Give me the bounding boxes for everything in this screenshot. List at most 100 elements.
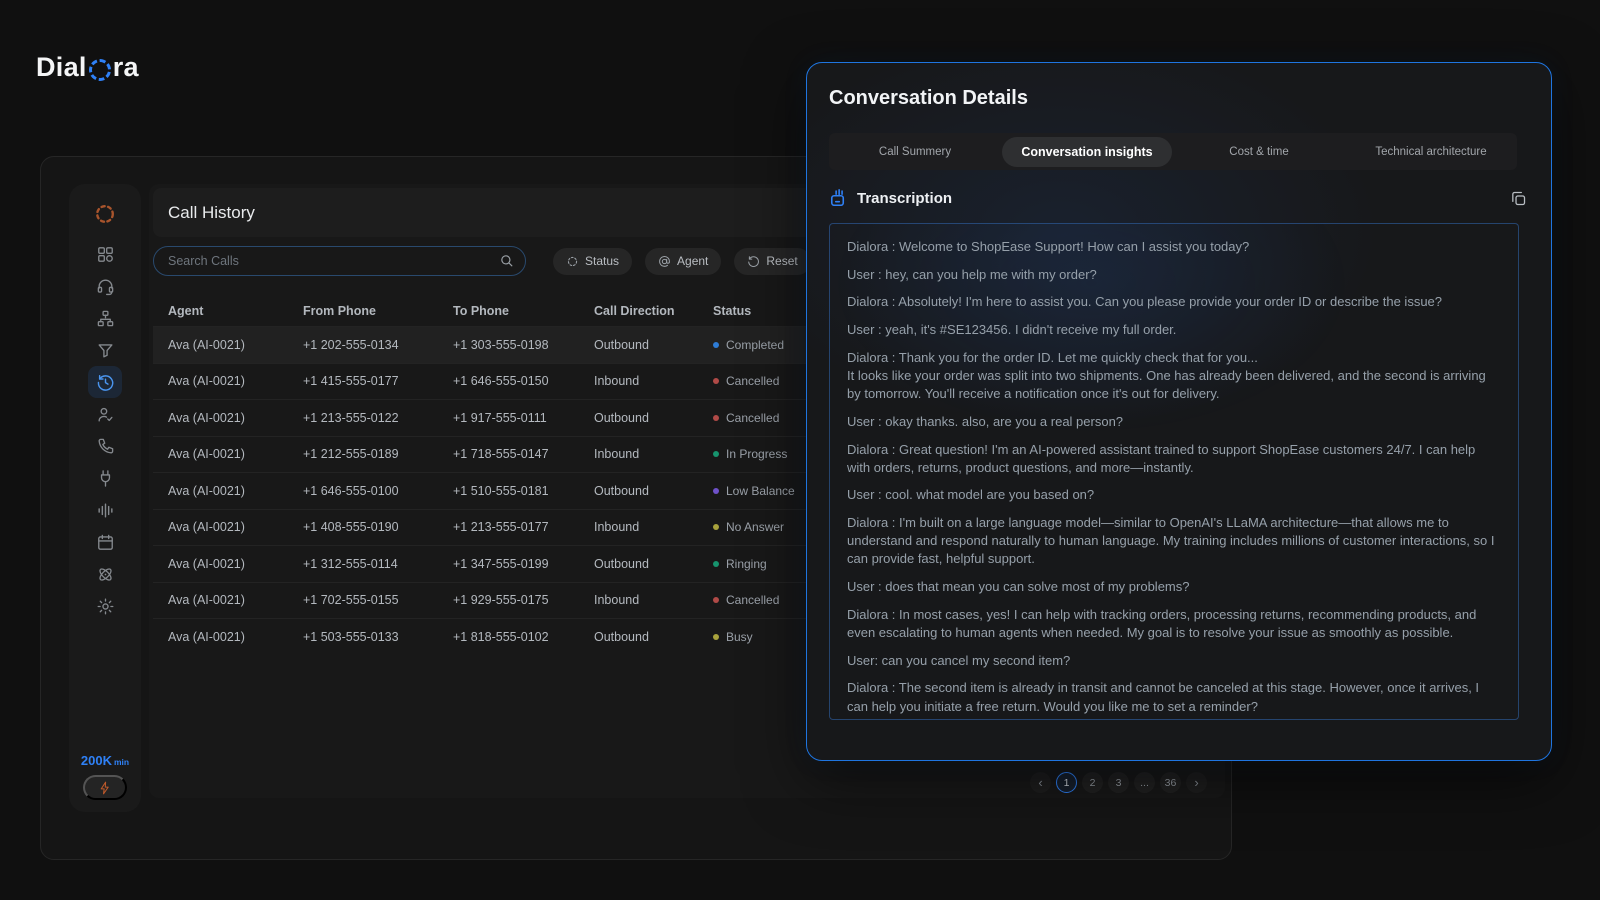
tab-label: Technical architecture — [1361, 140, 1500, 164]
cell-call-direction: Inbound — [594, 593, 713, 607]
transcript-message: Dialora : In most cases, yes! I can help… — [847, 606, 1501, 642]
history-icon — [96, 373, 115, 392]
chevron-left-icon[interactable]: ‹ — [1030, 772, 1051, 793]
status-dot-icon — [713, 378, 719, 384]
user-check-icon — [96, 405, 115, 424]
cell-agent: Ava (AI-0021) — [168, 484, 303, 498]
search-wrap — [153, 246, 526, 276]
transcript-message: User : yeah, it's #SE123456. I didn't re… — [847, 321, 1501, 339]
cell-from-phone: +1 702-555-0155 — [303, 593, 453, 607]
status-dot-icon — [713, 634, 719, 640]
modal-tabbar: Call Summery Conversation insightsCost & … — [829, 133, 1517, 170]
transcript-box[interactable]: Dialora : Welcome to ShopEase Support! H… — [829, 223, 1519, 720]
reset-filter-button[interactable]: Reset — [734, 248, 810, 275]
page-ellipsis[interactable]: ... — [1134, 772, 1155, 793]
sidebar-item-settings[interactable] — [88, 590, 122, 622]
atom-icon — [96, 565, 115, 584]
bolt-icon — [98, 781, 112, 795]
conversation-details-modal: Conversation Details Call SummeryConvers… — [806, 62, 1552, 761]
sidebar-item-filter[interactable] — [88, 334, 122, 366]
cell-agent: Ava (AI-0021) — [168, 630, 303, 644]
copy-icon — [1510, 190, 1527, 207]
transcript-message: Dialora : I'm built on a large language … — [847, 514, 1501, 569]
cell-agent: Ava (AI-0021) — [168, 520, 303, 534]
status-label: Cancelled — [726, 411, 779, 425]
status-label: Ringing — [726, 557, 767, 571]
status-filter-button[interactable]: Status — [553, 248, 632, 275]
logo-text-suffix: ra — [113, 52, 139, 83]
sidebar-item-waveform[interactable] — [88, 494, 122, 526]
tab-label: Call Summery — [865, 140, 965, 164]
tab-cost-time[interactable]: Cost & time — [1173, 140, 1345, 164]
status-dot-icon — [713, 488, 719, 494]
sidebar-item-phone[interactable] — [88, 430, 122, 462]
status-dot-icon — [713, 597, 719, 603]
sidebar-item-dashboard[interactable] — [88, 238, 122, 270]
cell-agent: Ava (AI-0021) — [168, 374, 303, 388]
column-header-call-direction: Call Direction — [594, 304, 713, 318]
cell-to-phone: +1 929-555-0175 — [453, 593, 594, 607]
cell-from-phone: +1 202-555-0134 — [303, 338, 453, 352]
sidebar-item-atom[interactable] — [88, 558, 122, 590]
cell-to-phone: +1 818-555-0102 — [453, 630, 594, 644]
sidebar-item-history[interactable] — [88, 366, 122, 398]
sidebar-item-calendar[interactable] — [88, 526, 122, 558]
cell-call-direction: Outbound — [594, 338, 713, 352]
transcription-header-left: Transcription — [829, 189, 952, 208]
copy-button[interactable] — [1510, 190, 1527, 207]
cell-to-phone: +1 347-555-0199 — [453, 557, 594, 571]
app-logo: Dialra — [36, 52, 139, 83]
cell-call-direction: Outbound — [594, 484, 713, 498]
transcription-header: Transcription — [829, 189, 1527, 208]
cell-call-direction: Inbound — [594, 520, 713, 534]
cell-call-direction: Outbound — [594, 557, 713, 571]
sidebar-item-plug[interactable] — [88, 462, 122, 494]
transcript-message: Dialora : Welcome to ShopEase Support! H… — [847, 238, 1501, 256]
plug-icon — [96, 469, 115, 488]
cell-from-phone: +1 312-555-0114 — [303, 557, 453, 571]
at-icon — [658, 255, 671, 268]
page-2-button[interactable]: 2 — [1082, 772, 1103, 793]
pagination: ‹123...36› — [1030, 772, 1207, 793]
cell-from-phone: +1 503-555-0133 — [303, 630, 453, 644]
status-label: Busy — [726, 630, 753, 644]
sidebar-item-sitemap[interactable] — [88, 302, 122, 334]
sidebar-item-user-check[interactable] — [88, 398, 122, 430]
minutes-unit: min — [114, 757, 129, 767]
cell-call-direction: Outbound — [594, 411, 713, 425]
filter-icon — [96, 341, 115, 360]
transcript-message: Dialora : Great question! I'm an AI-powe… — [847, 441, 1501, 477]
tab-technical-architecture[interactable]: Technical architecture — [1345, 140, 1517, 164]
tab-call-summery[interactable]: Call Summery — [829, 140, 1001, 164]
page-3-button[interactable]: 3 — [1108, 772, 1129, 793]
cell-agent: Ava (AI-0021) — [168, 557, 303, 571]
boost-button[interactable] — [83, 775, 127, 800]
column-header-agent: Agent — [168, 304, 303, 318]
chevron-right-icon[interactable]: › — [1186, 772, 1207, 793]
search-input[interactable] — [153, 246, 526, 276]
cell-agent: Ava (AI-0021) — [168, 338, 303, 352]
status-dot-icon — [713, 415, 719, 421]
transcript-message: Dialora : Absolutely! I'm here to assist… — [847, 293, 1501, 311]
column-header-from-phone: From Phone — [303, 304, 453, 318]
cell-agent: Ava (AI-0021) — [168, 411, 303, 425]
filter-pills: Status Agent Reset — [553, 248, 811, 275]
status-label: Low Balance — [726, 484, 795, 498]
sidebar-item-headset[interactable] — [88, 270, 122, 302]
page-1-button[interactable]: 1 — [1056, 772, 1077, 793]
status-dot-icon — [713, 451, 719, 457]
sidebar-icon-list — [69, 198, 141, 622]
status-circle-icon — [566, 255, 579, 268]
page-36-button[interactable]: 36 — [1160, 772, 1181, 793]
cell-from-phone: +1 212-555-0189 — [303, 447, 453, 461]
status-label: Cancelled — [726, 593, 779, 607]
phone-icon — [96, 437, 115, 456]
waveform-icon — [96, 501, 115, 520]
transcription-icon — [829, 189, 848, 208]
tab-conversation-insights[interactable]: Conversation insights — [1001, 137, 1173, 167]
agent-filter-button[interactable]: Agent — [645, 248, 721, 275]
dashboard-icon — [96, 245, 115, 264]
filter-label: Status — [585, 254, 619, 268]
search-icon[interactable] — [499, 253, 514, 268]
sidebar-item-loader[interactable] — [88, 198, 122, 230]
